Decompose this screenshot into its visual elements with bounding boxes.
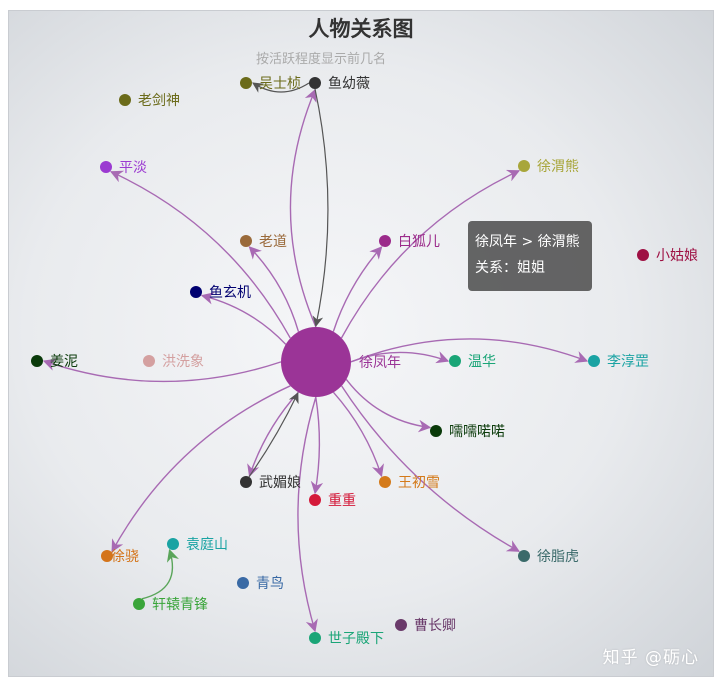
node-label-yuxuanji: 鱼玄机: [209, 284, 251, 301]
node-runruonuo[interactable]: [430, 425, 442, 437]
node-label-wushizhen: 吴士桢: [259, 76, 301, 92]
node-yuyouwei[interactable]: [309, 77, 321, 89]
graph-chart-panel: 徐凤年 吴士桢 鱼幼薇老剑神平淡 徐渭熊老道 白狐儿小姑娘鱼玄机姜泥 洪洗象 温华 李淳罡嚅嚅…: [8, 10, 714, 677]
edge-tooltip: 徐凤年 > 徐渭熊 关系：姐姐: [468, 221, 592, 291]
node-label-baihuer: 白狐儿: [398, 234, 440, 250]
node-center-xufengnian[interactable]: [281, 327, 351, 397]
watermark: 知乎 @砺心: [602, 648, 699, 668]
node-label-wenhua: 温华: [468, 354, 496, 370]
edge-xuanyuan-yuantingshan[interactable]: [141, 548, 179, 600]
node-label-jiangni: 姜泥: [50, 354, 78, 370]
nodes-layer: 徐凤年 吴士桢 鱼幼薇老剑神平淡 徐渭熊老道 白狐儿小姑娘鱼玄机姜泥 洪洗象 温华 李淳罡嚅嚅…: [31, 75, 698, 647]
node-shizidianxia[interactable]: [309, 632, 321, 644]
node-wangchuxue[interactable]: [379, 476, 391, 488]
node-label-xuanyuan: 轩辕青锋: [152, 596, 208, 613]
relationship-graph[interactable]: 徐凤年 吴士桢 鱼幼薇老剑神平淡 徐渭熊老道 白狐儿小姑娘鱼玄机姜泥 洪洗象 温华 李淳罡嚅嚅…: [9, 11, 713, 676]
tooltip-type-line: 关系：姐姐: [475, 260, 545, 276]
node-label-xiaoguniang: 小姑娘: [656, 248, 698, 264]
node-xuweixiong[interactable]: [518, 160, 530, 172]
edge-center-baihuer[interactable]: [332, 246, 383, 332]
edge-center-shizidianxia[interactable]: [297, 396, 318, 633]
edge-center-yuxuanji[interactable]: [200, 292, 287, 345]
node-baihuer[interactable]: [379, 235, 391, 247]
node-wumeiniang[interactable]: [240, 476, 252, 488]
node-label-caochangqing: 曹长卿: [414, 618, 456, 634]
node-xuzhihu[interactable]: [518, 550, 530, 562]
node-qingniao[interactable]: [237, 577, 249, 589]
node-label-shizidianxia: 世子殿下: [328, 631, 384, 647]
node-xuanyuan[interactable]: [133, 598, 145, 610]
node-label-pingdan: 平淡: [119, 160, 147, 176]
node-xiaoguniang[interactable]: [637, 249, 649, 261]
node-laojianshen[interactable]: [119, 94, 131, 106]
chart-subtitle: 按活跃程度显示前几名: [255, 52, 386, 67]
node-hongxixiang[interactable]: [143, 355, 155, 367]
node-laodao[interactable]: [240, 235, 252, 247]
edge-center-wumeiniang[interactable]: [247, 391, 299, 478]
edge-wumeiniang-center[interactable]: [248, 392, 299, 478]
node-label-laojianshen: 老剑神: [138, 93, 180, 109]
chart-title: 人物关系图: [308, 17, 414, 41]
node-label-xuxiao: 徐骁: [111, 549, 139, 565]
edge-center-xuxiao[interactable]: [111, 385, 291, 553]
node-label-xuweixiong: 徐渭熊: [537, 159, 579, 175]
edge-center-pingdan[interactable]: [109, 170, 291, 339]
node-label-wangchuxue: 王初雪: [398, 474, 440, 491]
node-label-xuzhihu: 徐脂虎: [537, 549, 579, 565]
edge-center-yuyouwei[interactable]: [289, 88, 317, 328]
edge-center-wangchuxue[interactable]: [332, 391, 384, 478]
node-wenhua[interactable]: [449, 355, 461, 367]
node-label-laodao: 老道: [259, 234, 287, 250]
node-label-runruonuo: 嚅嚅喏喏: [449, 424, 505, 440]
node-label-center: 徐凤年: [359, 355, 401, 371]
node-wushizhen[interactable]: [240, 77, 252, 89]
node-yuantingshan[interactable]: [167, 538, 179, 550]
node-label-wumeiniang: 武媚娘: [259, 475, 301, 491]
edge-yuyouwei-center[interactable]: [312, 88, 329, 328]
node-jiangni[interactable]: [31, 355, 43, 367]
node-label-yuantingshan: 袁庭山: [186, 536, 228, 553]
node-chongchong[interactable]: [309, 494, 321, 506]
node-label-qingniao: 青鸟: [256, 576, 284, 592]
node-caochangqing[interactable]: [395, 619, 407, 631]
edge-center-chongchong[interactable]: [310, 396, 324, 495]
node-label-yuyouwei: 鱼幼薇: [328, 75, 370, 92]
tooltip-relation-line: 徐凤年 > 徐渭熊: [475, 234, 580, 250]
edge-center-runruonuo[interactable]: [345, 379, 432, 433]
node-label-chongchong: 重重: [328, 493, 356, 509]
node-lichungang[interactable]: [588, 355, 600, 367]
node-label-hongxixiang: 洪洗象: [162, 354, 204, 370]
node-label-lichungang: 李淳罡: [607, 353, 649, 370]
edge-center-xuzhihu[interactable]: [341, 385, 520, 552]
node-yuxuanji[interactable]: [190, 286, 202, 298]
node-pingdan[interactable]: [100, 161, 112, 173]
